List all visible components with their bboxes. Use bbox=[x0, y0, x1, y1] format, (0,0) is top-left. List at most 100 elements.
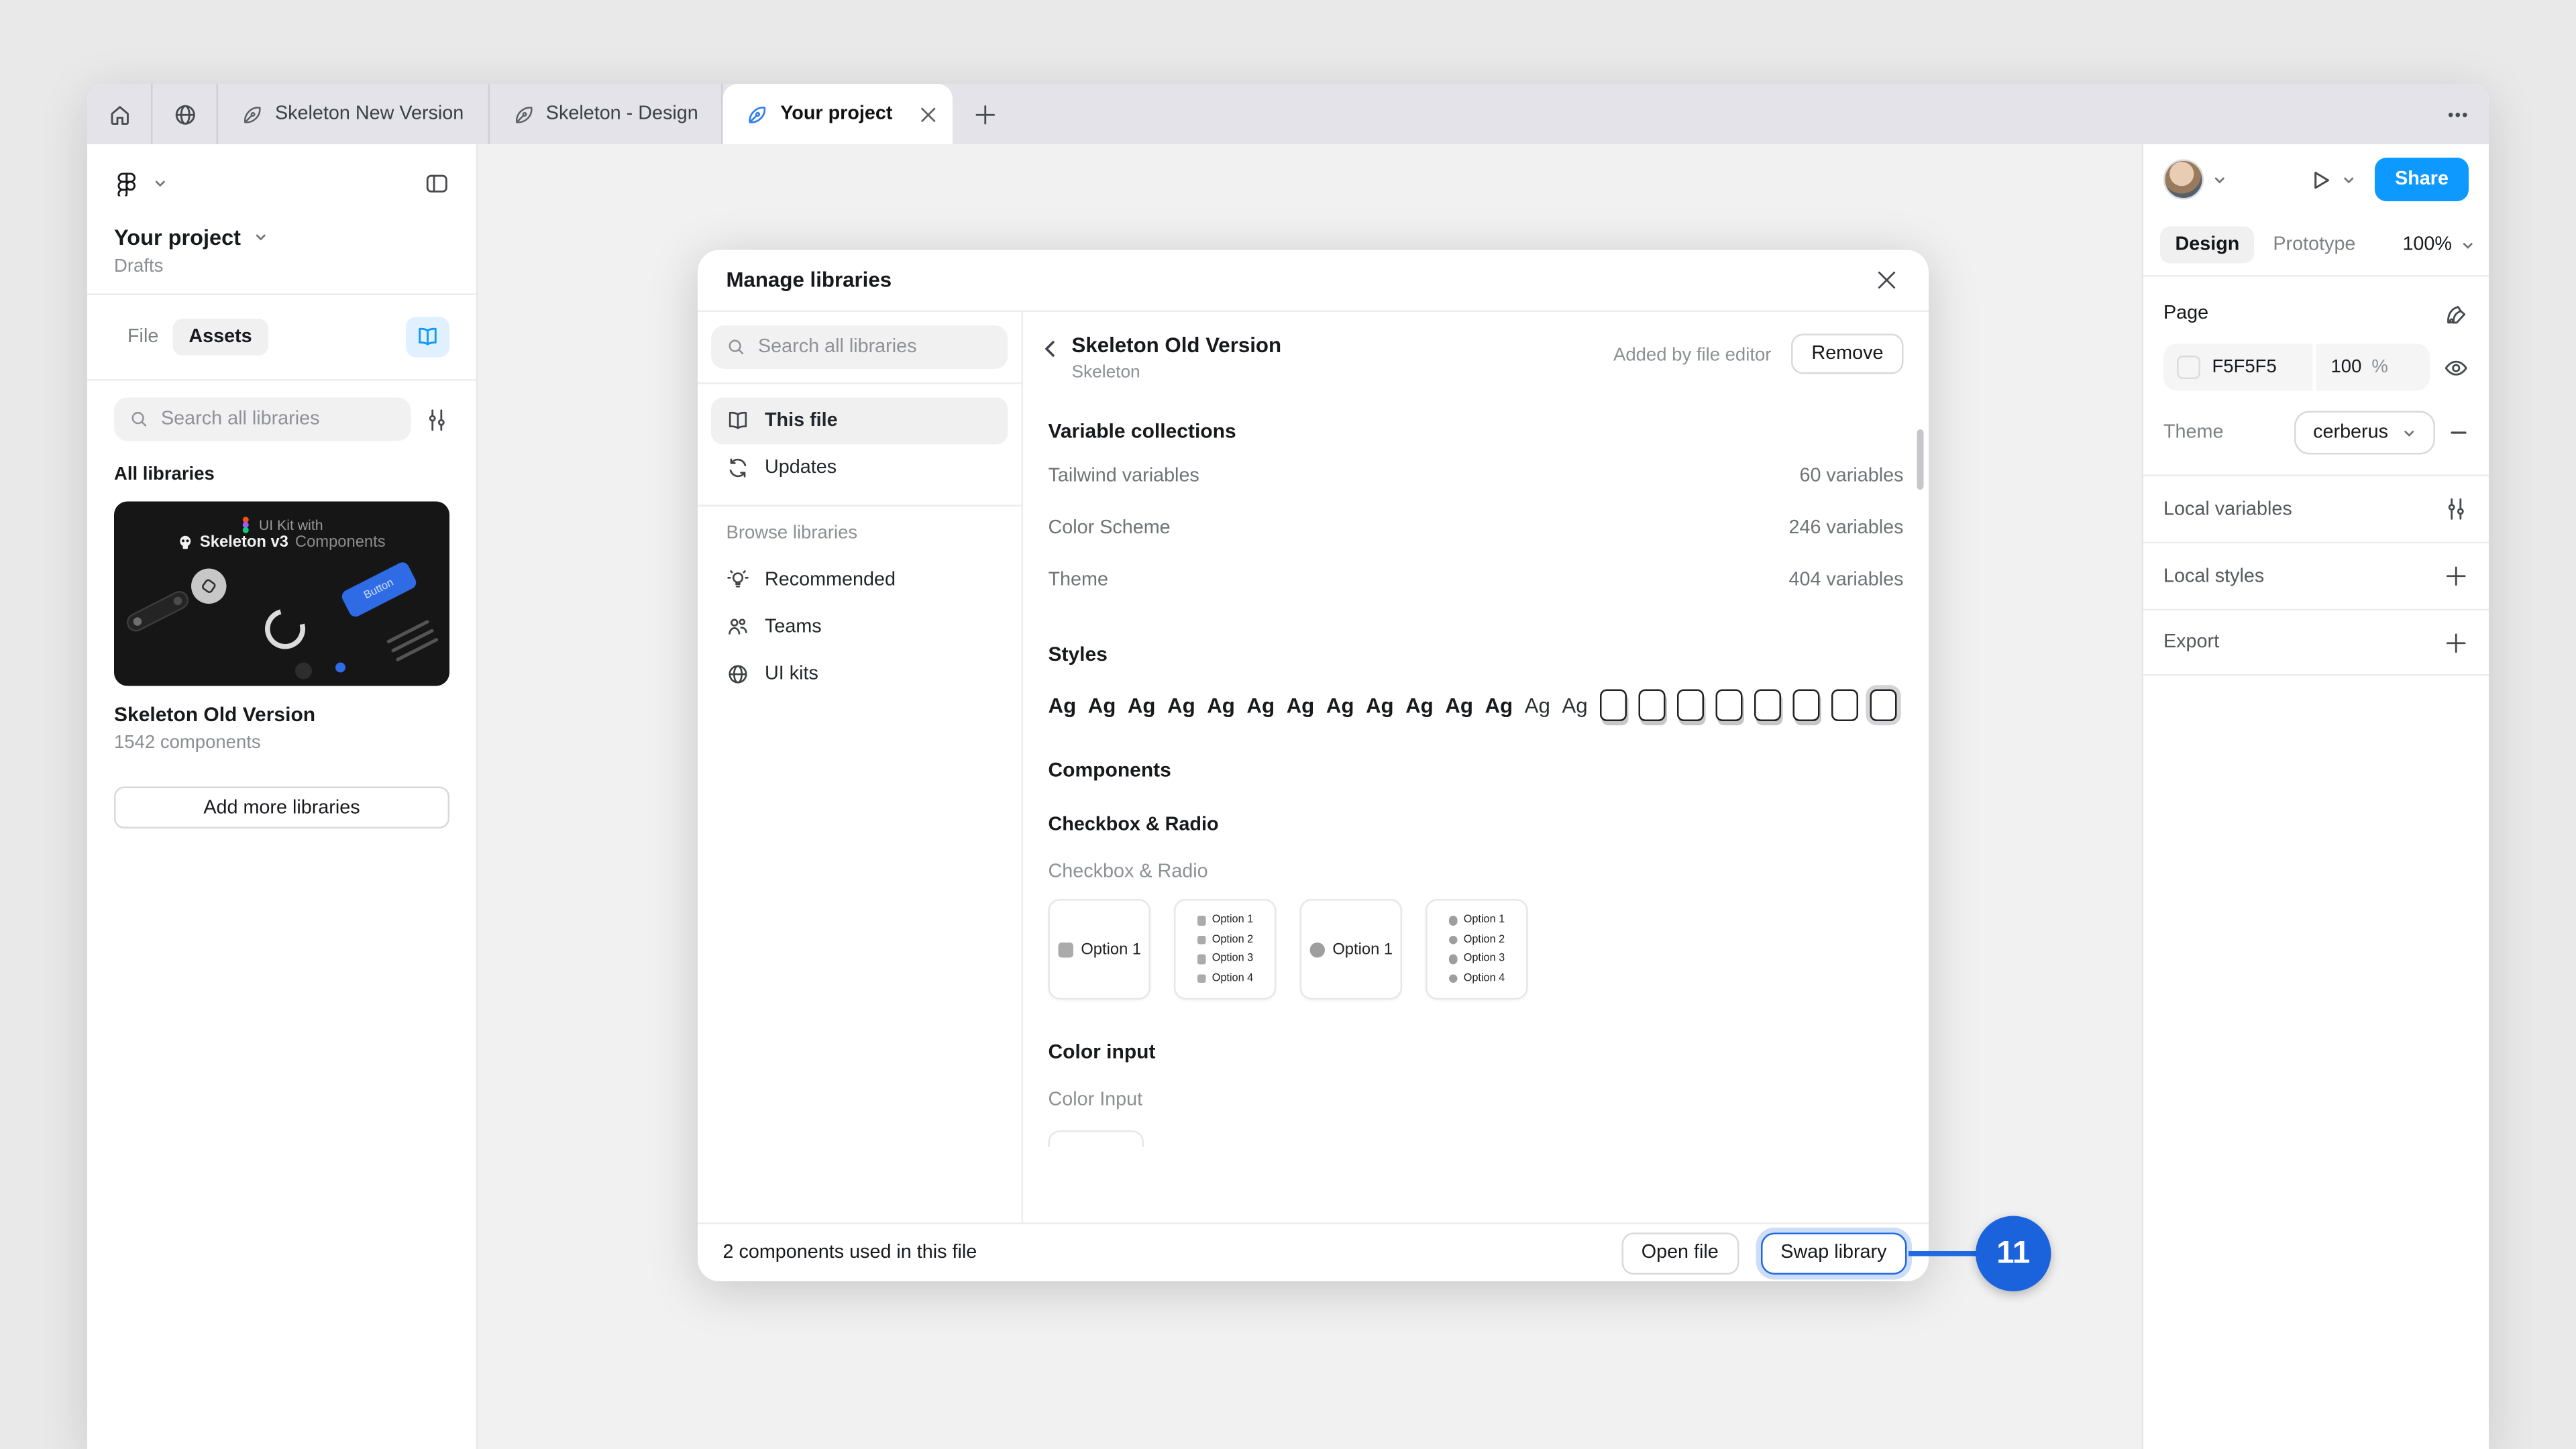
tab-design[interactable]: Design bbox=[2160, 227, 2255, 264]
component-card-partial bbox=[1049, 1130, 1144, 1147]
tab-skeleton-design[interactable]: Skeleton - Design bbox=[489, 84, 722, 144]
nav-item-teams[interactable]: Teams bbox=[711, 604, 1008, 651]
variable-name: Theme bbox=[1049, 570, 1108, 590]
figma-file-icon bbox=[513, 103, 535, 125]
thumb-decor-button: Button bbox=[339, 560, 418, 619]
page-opacity-field[interactable]: 100 % bbox=[2316, 344, 2430, 391]
libraries-button[interactable] bbox=[406, 317, 449, 358]
variables-sliders-icon[interactable] bbox=[2444, 496, 2469, 522]
open-file-button[interactable]: Open file bbox=[1621, 1232, 1739, 1274]
plus-icon bbox=[972, 101, 998, 127]
chevron-down-icon bbox=[2402, 425, 2417, 441]
lightbulb-icon bbox=[727, 569, 750, 592]
dialog-close-button[interactable] bbox=[1867, 260, 1907, 301]
option-label: Option 1 bbox=[1464, 914, 1505, 926]
back-chevron-icon[interactable] bbox=[1042, 341, 1059, 358]
share-button[interactable]: Share bbox=[2375, 158, 2469, 201]
thumb-decor-dot bbox=[335, 663, 345, 673]
tab-assets[interactable]: Assets bbox=[172, 319, 268, 356]
library-search-field[interactable] bbox=[114, 398, 411, 441]
local-styles-row[interactable]: Local styles bbox=[2143, 542, 2489, 609]
component-card-radio[interactable]: Option 1 bbox=[1300, 899, 1403, 1000]
add-more-libraries-button[interactable]: Add more libraries bbox=[114, 787, 449, 829]
theme-select[interactable]: cerberus bbox=[2295, 411, 2435, 455]
page-color-field[interactable]: F5F5F5 bbox=[2163, 344, 2316, 391]
ellipsis-icon bbox=[2445, 101, 2470, 127]
option-label: Option 2 bbox=[1212, 934, 1253, 946]
zoom-control[interactable]: 100% bbox=[2402, 235, 2475, 255]
search-icon bbox=[129, 409, 150, 429]
theme-value: cerberus bbox=[2313, 423, 2388, 443]
new-tab-button[interactable] bbox=[953, 84, 1016, 144]
export-row[interactable]: Export bbox=[2143, 609, 2489, 676]
color-chip[interactable] bbox=[2177, 356, 2200, 379]
style-sample-ag: Ag bbox=[1562, 694, 1587, 717]
design-canvas[interactable]: Manage libraries This fil bbox=[478, 144, 2142, 1449]
swap-library-highlight: Swap library bbox=[1756, 1227, 1912, 1279]
option-label: Option 3 bbox=[1212, 953, 1253, 965]
user-avatar[interactable] bbox=[2163, 160, 2204, 200]
figma-file-icon-active bbox=[747, 103, 769, 125]
remove-theme-icon[interactable] bbox=[2449, 423, 2469, 443]
library-title[interactable]: Skeleton Old Version bbox=[114, 703, 449, 727]
dialog-footer: 2 components used in this file Open file… bbox=[698, 1223, 1929, 1282]
tab-prototype[interactable]: Prototype bbox=[2258, 227, 2371, 264]
plus-icon[interactable] bbox=[2444, 564, 2469, 589]
effect-style-swatch bbox=[1715, 690, 1742, 722]
nav-item-recommended[interactable]: Recommended bbox=[711, 557, 1008, 604]
nav-item-updates[interactable]: Updates bbox=[711, 445, 1008, 492]
scrollbar-thumb[interactable] bbox=[1917, 429, 1924, 490]
figma-app: Skeleton New Version Skeleton - Design Y… bbox=[0, 0, 2576, 1449]
search-input[interactable] bbox=[161, 409, 396, 429]
divider bbox=[698, 505, 1022, 507]
collapse-sidebar-icon[interactable] bbox=[425, 170, 450, 196]
thumb-decor-circle bbox=[191, 569, 227, 604]
library-thumbnail[interactable]: UI Kit with Skeleton v3 Components Butto… bbox=[114, 502, 449, 686]
swatch-book-icon[interactable] bbox=[2444, 301, 2469, 327]
local-variables-row[interactable]: Local variables bbox=[2143, 475, 2489, 542]
variable-count: 60 variables bbox=[1799, 466, 1903, 486]
tabbar-spacer bbox=[1016, 84, 2425, 144]
community-button[interactable] bbox=[153, 84, 217, 144]
dialog-search-input[interactable] bbox=[758, 337, 993, 358]
tab-label: Your project bbox=[780, 104, 892, 124]
page-color-control: F5F5F5 100 % bbox=[2163, 344, 2430, 391]
remove-button[interactable]: Remove bbox=[1791, 334, 1903, 374]
plus-icon[interactable] bbox=[2444, 630, 2469, 655]
home-button[interactable] bbox=[87, 84, 151, 144]
filter-sliders-icon[interactable] bbox=[425, 407, 450, 432]
style-sample-ag: Ag bbox=[1246, 694, 1275, 717]
nav-item-ui-kits[interactable]: UI kits bbox=[711, 651, 1008, 698]
component-card-checkbox-group[interactable]: Option 1 Option 2 Option 3 Option 4 bbox=[1174, 899, 1277, 1000]
present-play-icon[interactable] bbox=[2308, 167, 2333, 193]
component-card-radio-group[interactable]: Option 1 Option 2 Option 3 Option 4 bbox=[1426, 899, 1528, 1000]
opacity-value[interactable]: 100 bbox=[2330, 358, 2361, 378]
nav-item-this-file[interactable]: This file bbox=[711, 398, 1008, 445]
tab-your-project[interactable]: Your project bbox=[723, 84, 953, 144]
page-section: Page F5F5F5 100 % bbox=[2143, 275, 2489, 475]
chevron-down-icon[interactable] bbox=[2341, 172, 2357, 187]
chevron-down-icon[interactable] bbox=[153, 175, 168, 191]
chevron-down-icon[interactable] bbox=[253, 230, 268, 246]
section-styles: Styles bbox=[1049, 643, 1904, 666]
thumb-line1: UI Kit with bbox=[259, 517, 323, 533]
local-styles-label: Local styles bbox=[2163, 566, 2444, 586]
eye-icon[interactable] bbox=[2444, 355, 2469, 380]
tab-file[interactable]: File bbox=[114, 319, 172, 356]
swap-library-button[interactable]: Swap library bbox=[1760, 1232, 1907, 1274]
project-location[interactable]: Drafts bbox=[114, 257, 449, 277]
library-name: Skeleton Old Version bbox=[1072, 334, 1614, 358]
effect-style-swatch bbox=[1831, 690, 1858, 722]
close-tab-icon[interactable] bbox=[919, 105, 938, 123]
style-sample-ag: Ag bbox=[1445, 694, 1473, 717]
people-icon bbox=[727, 616, 750, 639]
color-hex-value[interactable]: F5F5F5 bbox=[2212, 358, 2277, 378]
dialog-search-field[interactable] bbox=[711, 325, 1008, 369]
figma-logo-icon[interactable] bbox=[114, 170, 140, 196]
component-card-checkbox[interactable]: Option 1 bbox=[1049, 899, 1151, 1000]
window-menu-button[interactable] bbox=[2425, 84, 2489, 144]
globe-icon bbox=[727, 663, 750, 686]
tab-skeleton-new-version[interactable]: Skeleton New Version bbox=[218, 84, 487, 144]
project-name[interactable]: Your project bbox=[114, 225, 241, 250]
chevron-down-icon[interactable] bbox=[2212, 172, 2228, 187]
